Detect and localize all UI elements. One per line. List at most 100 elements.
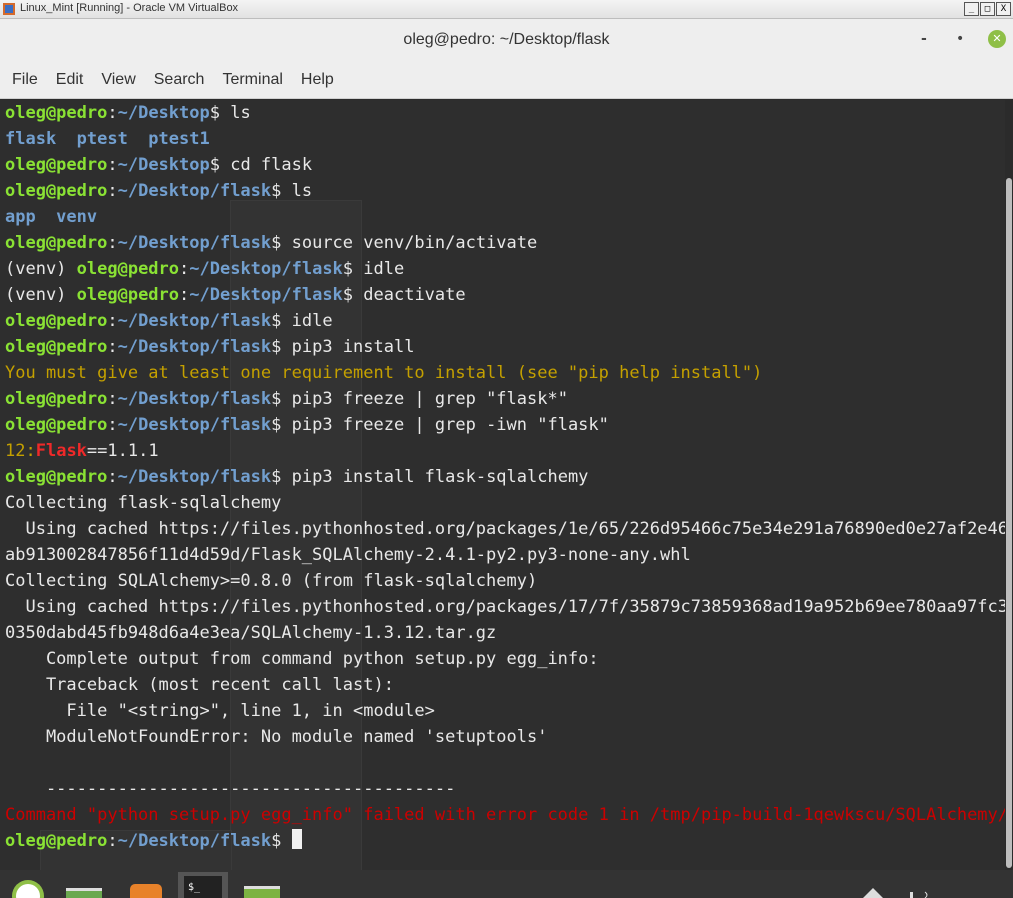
terminal-text: flask ptest ptest1 [5,129,210,149]
terminal-text: ~/Desktop/flask [117,233,272,253]
terminal-text: : [107,233,118,253]
terminal-text: oleg@pedro [5,389,108,409]
terminal-text: ---------------------------------------- [5,779,456,799]
terminal-text: Command "python setup.py egg_info" faile… [5,805,1005,825]
terminal-line: ModuleNotFoundError: No module named 'se… [5,724,1005,750]
terminal-text: : [107,181,118,201]
terminal-text: : [107,831,118,851]
terminal-text: Collecting SQLAlchemy>=0.8.0 (from flask… [5,571,538,591]
terminal-text: : [179,259,190,279]
terminal-text: $ source venv/bin/activate [271,233,538,253]
virtualbox-icon [3,3,15,15]
terminal-text: ModuleNotFoundError: No module named 'se… [5,727,548,747]
terminal-text: Using cached https://files.pythonhosted.… [5,597,1005,617]
terminal-text: app venv [5,207,98,227]
vbox-minimize-button[interactable]: _ [964,2,979,16]
vbox-close-button[interactable]: X [996,2,1011,16]
terminal-text: Collecting flask-sqlalchemy [5,493,282,513]
virtualbox-title: Linux_Mint [Running] - Oracle VM Virtual… [20,2,239,14]
terminal-text: ~/Desktop [117,155,210,175]
menu-help[interactable]: Help [301,71,334,89]
terminal-text: ~/Desktop/flask [189,259,343,279]
terminal-line: oleg@pedro:~/Desktop/flask$ idle [5,308,1005,334]
terminal-line: Traceback (most recent call last): [5,672,1005,698]
terminal-line: oleg@pedro:~/Desktop$ cd flask [5,152,1005,178]
terminal-text: ~/Desktop [117,103,210,123]
terminal-icon[interactable]: $_ [178,872,228,898]
terminal-text: 0350dabd45fb948d6a4e3ea/SQLAlchemy-1.3.1… [5,623,497,643]
terminal-text: $ deactivate [342,285,466,305]
volume-icon[interactable] [905,876,935,898]
terminal-line: You must give at least one requirement t… [5,360,1005,386]
terminal-text: $ ls [209,103,251,123]
terminal-text: : [107,337,118,357]
terminal-text: ~/Desktop/flask [117,389,272,409]
terminal-line: app venv [5,204,1005,230]
show-desktop-icon[interactable] [64,876,104,898]
firefox-icon[interactable] [126,876,166,898]
terminal-line: oleg@pedro:~/Desktop/flask$ pip3 install… [5,464,1005,490]
terminal-text: : [107,311,118,331]
terminal-text: : [107,103,118,123]
terminal-line: Collecting flask-sqlalchemy [5,490,1005,516]
terminal-text: oleg@pedro [5,337,108,357]
terminal-line: oleg@pedro:~/Desktop/flask$ pip3 install [5,334,1005,360]
terminal-line: Command "python setup.py egg_info" faile… [5,802,1005,828]
terminal-output[interactable]: oleg@pedro:~/Desktop$ ls flask ptest ptes… [0,100,1005,870]
terminal-line: oleg@pedro:~/Desktop/flask$ [5,828,1005,854]
menu-edit[interactable]: Edit [56,71,84,89]
terminal-text: $ idle [342,259,405,279]
close-button[interactable]: ✕ [988,30,1006,48]
terminal-line: Using cached https://files.pythonhosted.… [5,516,1005,542]
terminal-text: ~/Desktop/flask [117,311,272,331]
terminal-line: 12:Flask==1.1.1 [5,438,1005,464]
terminal-text: : [107,389,118,409]
terminal-line: oleg@pedro:~/Desktop/flask$ pip3 freeze … [5,412,1005,438]
terminal-text: oleg@pedro [5,233,108,253]
window-title: oleg@pedro: ~/Desktop/flask [403,31,610,48]
terminal-text: oleg@pedro [5,181,108,201]
minimize-button[interactable]: - [921,31,927,47]
terminal-text: oleg@pedro [5,467,108,487]
terminal-text: ==1.1.1 [86,441,159,461]
terminal-text: ab913002847856f11d4d59d/Flask_SQLAlchemy… [5,545,691,565]
scrollbar-thumb[interactable] [1006,178,1012,868]
menu-terminal[interactable]: Terminal [222,71,282,89]
maximize-button[interactable]: • [956,31,964,47]
terminal-text: oleg@pedro [5,155,108,175]
terminal-scrollbar[interactable] [1005,100,1013,870]
menu-view[interactable]: View [101,71,135,89]
network-icon[interactable] [860,876,886,898]
terminal-line: Collecting SQLAlchemy>=0.8.0 (from flask… [5,568,1005,594]
virtualbox-window-controls: _ □ X [964,2,1011,16]
menu-search[interactable]: Search [154,71,205,89]
terminal-text: $ idle [271,311,333,331]
terminal-text: oleg@pedro [5,311,108,331]
terminal-text: $ pip3 install flask-sqlalchemy [271,467,589,487]
terminal-text: ~/Desktop/flask [117,831,272,851]
vbox-maximize-button[interactable]: □ [980,2,995,16]
terminal-line: 0350dabd45fb948d6a4e3ea/SQLAlchemy-1.3.1… [5,620,1005,646]
terminal-line: File "<string>", line 1, in <module> [5,698,1005,724]
mint-menu-icon[interactable] [8,876,48,898]
terminal-text: : [25,441,36,461]
terminal-text: : [107,415,118,435]
terminal-line: oleg@pedro:~/Desktop$ ls [5,100,1005,126]
terminal-line: (venv) oleg@pedro:~/Desktop/flask$ idle [5,256,1005,282]
terminal-line: ---------------------------------------- [5,776,1005,802]
files-icon[interactable] [242,876,282,898]
terminal-text: $ [271,831,292,851]
terminal-text: oleg@pedro [76,285,180,305]
terminal-line: ab913002847856f11d4d59d/Flask_SQLAlchemy… [5,542,1005,568]
menu-file[interactable]: File [12,71,38,89]
terminal-text: Traceback (most recent call last): [5,675,394,695]
taskbar: $_ [0,870,1013,898]
menubar: File Edit View Search Terminal Help [0,61,1013,99]
window-titlebar[interactable]: oleg@pedro: ~/Desktop/flask - • ✕ [0,19,1013,61]
terminal-line: Using cached https://files.pythonhosted.… [5,594,1005,620]
terminal-text: oleg@pedro [5,415,108,435]
terminal-text: : [107,467,118,487]
terminal-text: ~/Desktop/flask [117,467,272,487]
terminal-text: oleg@pedro [76,259,180,279]
